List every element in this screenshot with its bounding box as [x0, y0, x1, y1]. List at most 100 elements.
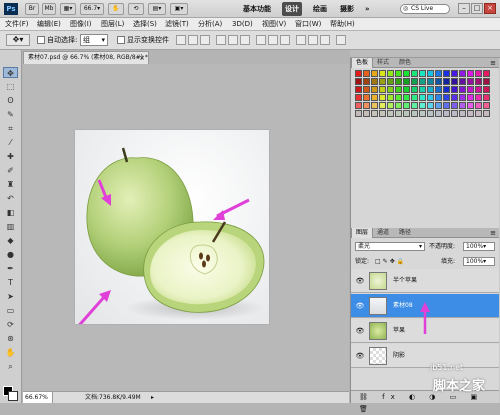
show-transform-controls-checkbox[interactable]	[117, 36, 125, 44]
fill-field[interactable]: 100%▾	[463, 257, 495, 266]
color-swatch[interactable]	[363, 78, 370, 85]
distribute-top-button[interactable]	[256, 35, 266, 45]
zoom-field[interactable]: 66.67%	[23, 392, 53, 403]
distribute-right-button[interactable]	[320, 35, 330, 45]
color-swatch[interactable]	[443, 78, 450, 85]
type-tool-icon[interactable]: T	[3, 277, 18, 288]
color-swatch[interactable]	[467, 78, 474, 85]
status-menu-arrow-icon[interactable]: ▸	[151, 392, 154, 403]
color-swatch[interactable]	[411, 110, 418, 117]
brush-tool-icon[interactable]: ✐	[3, 165, 18, 176]
blur-tool-icon[interactable]: ◆	[3, 235, 18, 246]
color-swatch[interactable]	[363, 70, 370, 77]
color-swatch[interactable]	[379, 86, 386, 93]
color-swatch[interactable]	[395, 78, 402, 85]
color-swatch[interactable]	[467, 110, 474, 117]
menu-view[interactable]: 视图(V)	[262, 18, 286, 31]
color-swatch[interactable]	[483, 94, 490, 101]
menu-3d[interactable]: 3D(D)	[232, 18, 253, 31]
color-swatch[interactable]	[419, 86, 426, 93]
color-swatch[interactable]	[395, 94, 402, 101]
color-swatch[interactable]	[371, 110, 378, 117]
workspace-more-button[interactable]: »	[362, 2, 373, 16]
align-right-button[interactable]	[240, 35, 250, 45]
color-swatch[interactable]	[363, 102, 370, 109]
crop-tool-icon[interactable]: ⌗	[3, 123, 18, 134]
color-swatch[interactable]	[443, 70, 450, 77]
color-swatch[interactable]	[459, 94, 466, 101]
color-swatch[interactable]	[387, 94, 394, 101]
tab-channels[interactable]: 通道	[373, 228, 393, 238]
distribute-hcenter-button[interactable]	[308, 35, 318, 45]
marquee-tool-icon[interactable]: ⬚	[3, 81, 18, 92]
color-swatch[interactable]	[403, 86, 410, 93]
gradient-tool-icon[interactable]: ▥	[3, 221, 18, 232]
canvas-area[interactable]	[23, 64, 349, 391]
color-swatch[interactable]	[371, 102, 378, 109]
hand-tool-icon[interactable]: ✋	[3, 347, 18, 358]
tab-paths[interactable]: 路径	[395, 228, 415, 238]
menu-filter[interactable]: 滤镜(T)	[165, 18, 189, 31]
align-top-button[interactable]	[176, 35, 186, 45]
visibility-eye-icon[interactable]: 👁	[355, 352, 365, 360]
color-swatch[interactable]	[387, 110, 394, 117]
menu-edit[interactable]: 编辑(E)	[37, 18, 61, 31]
color-swatch[interactable]	[371, 78, 378, 85]
color-swatch[interactable]	[363, 94, 370, 101]
layer-row[interactable]: 👁 阴影	[351, 344, 499, 368]
zoom-tool-icon[interactable]: ⌕	[3, 361, 18, 372]
color-swatch[interactable]	[403, 102, 410, 109]
tool-preset-picker[interactable]: ✥▾	[6, 34, 30, 46]
color-swatch[interactable]	[475, 78, 482, 85]
color-swatch[interactable]	[435, 110, 442, 117]
eraser-tool-icon[interactable]: ◧	[3, 207, 18, 218]
3d-orbit-tool-icon[interactable]: ⊛	[3, 333, 18, 344]
color-swatch[interactable]	[387, 70, 394, 77]
extras-menu-button[interactable]: ▦▾	[60, 3, 76, 15]
color-swatch[interactable]	[387, 102, 394, 109]
color-swatch[interactable]	[451, 102, 458, 109]
panel-menu-icon[interactable]: ≡	[490, 228, 496, 238]
tab-layers[interactable]: 图层	[351, 228, 374, 238]
eyedropper-tool-icon[interactable]: ⁄	[3, 137, 18, 148]
lasso-tool-icon[interactable]: ʘ	[3, 95, 18, 106]
color-swatch[interactable]	[363, 110, 370, 117]
color-swatch[interactable]	[475, 102, 482, 109]
color-swatch[interactable]	[419, 110, 426, 117]
panel-menu-icon[interactable]: ≡	[490, 58, 496, 68]
color-swatch[interactable]	[411, 94, 418, 101]
swatch-grid[interactable]	[355, 70, 491, 118]
hand-tool-button[interactable]: ✋	[108, 3, 124, 15]
menu-analysis[interactable]: 分析(A)	[198, 18, 222, 31]
menu-window[interactable]: 窗口(W)	[295, 18, 321, 31]
color-swatch[interactable]	[387, 78, 394, 85]
color-swatch[interactable]	[355, 102, 362, 109]
color-swatch[interactable]	[419, 78, 426, 85]
workspace-essentials[interactable]: 基本功能	[240, 2, 274, 16]
move-tool-icon[interactable]: ✥	[3, 67, 18, 78]
color-swatch[interactable]	[411, 70, 418, 77]
color-swatch[interactable]	[483, 70, 490, 77]
color-swatch[interactable]	[355, 70, 362, 77]
color-swatch[interactable]	[483, 110, 490, 117]
minimize-button[interactable]: –	[458, 3, 470, 14]
pen-tool-icon[interactable]: ✒	[3, 263, 18, 274]
screen-mode-button[interactable]: ▣▾	[170, 3, 188, 15]
dodge-tool-icon[interactable]: ●	[3, 249, 18, 260]
close-button[interactable]: ×	[484, 3, 496, 14]
color-swatch[interactable]	[379, 110, 386, 117]
color-swatch[interactable]	[451, 94, 458, 101]
color-swatch[interactable]	[371, 70, 378, 77]
workspace-photography[interactable]: 摄影	[337, 2, 357, 16]
arrange-documents-button[interactable]: ▤▾	[148, 3, 166, 15]
clone-stamp-tool-icon[interactable]: ♜	[3, 179, 18, 190]
color-swatch[interactable]	[435, 86, 442, 93]
visibility-eye-icon[interactable]: 👁	[355, 277, 365, 285]
auto-select-target-dropdown[interactable]: 组 ▾	[80, 34, 108, 46]
color-swatch[interactable]	[419, 70, 426, 77]
color-swatch[interactable]	[443, 86, 450, 93]
tab-swatches[interactable]: 色板	[351, 58, 374, 68]
color-swatch[interactable]	[403, 70, 410, 77]
color-swatch[interactable]	[459, 102, 466, 109]
color-swatch[interactable]	[395, 70, 402, 77]
